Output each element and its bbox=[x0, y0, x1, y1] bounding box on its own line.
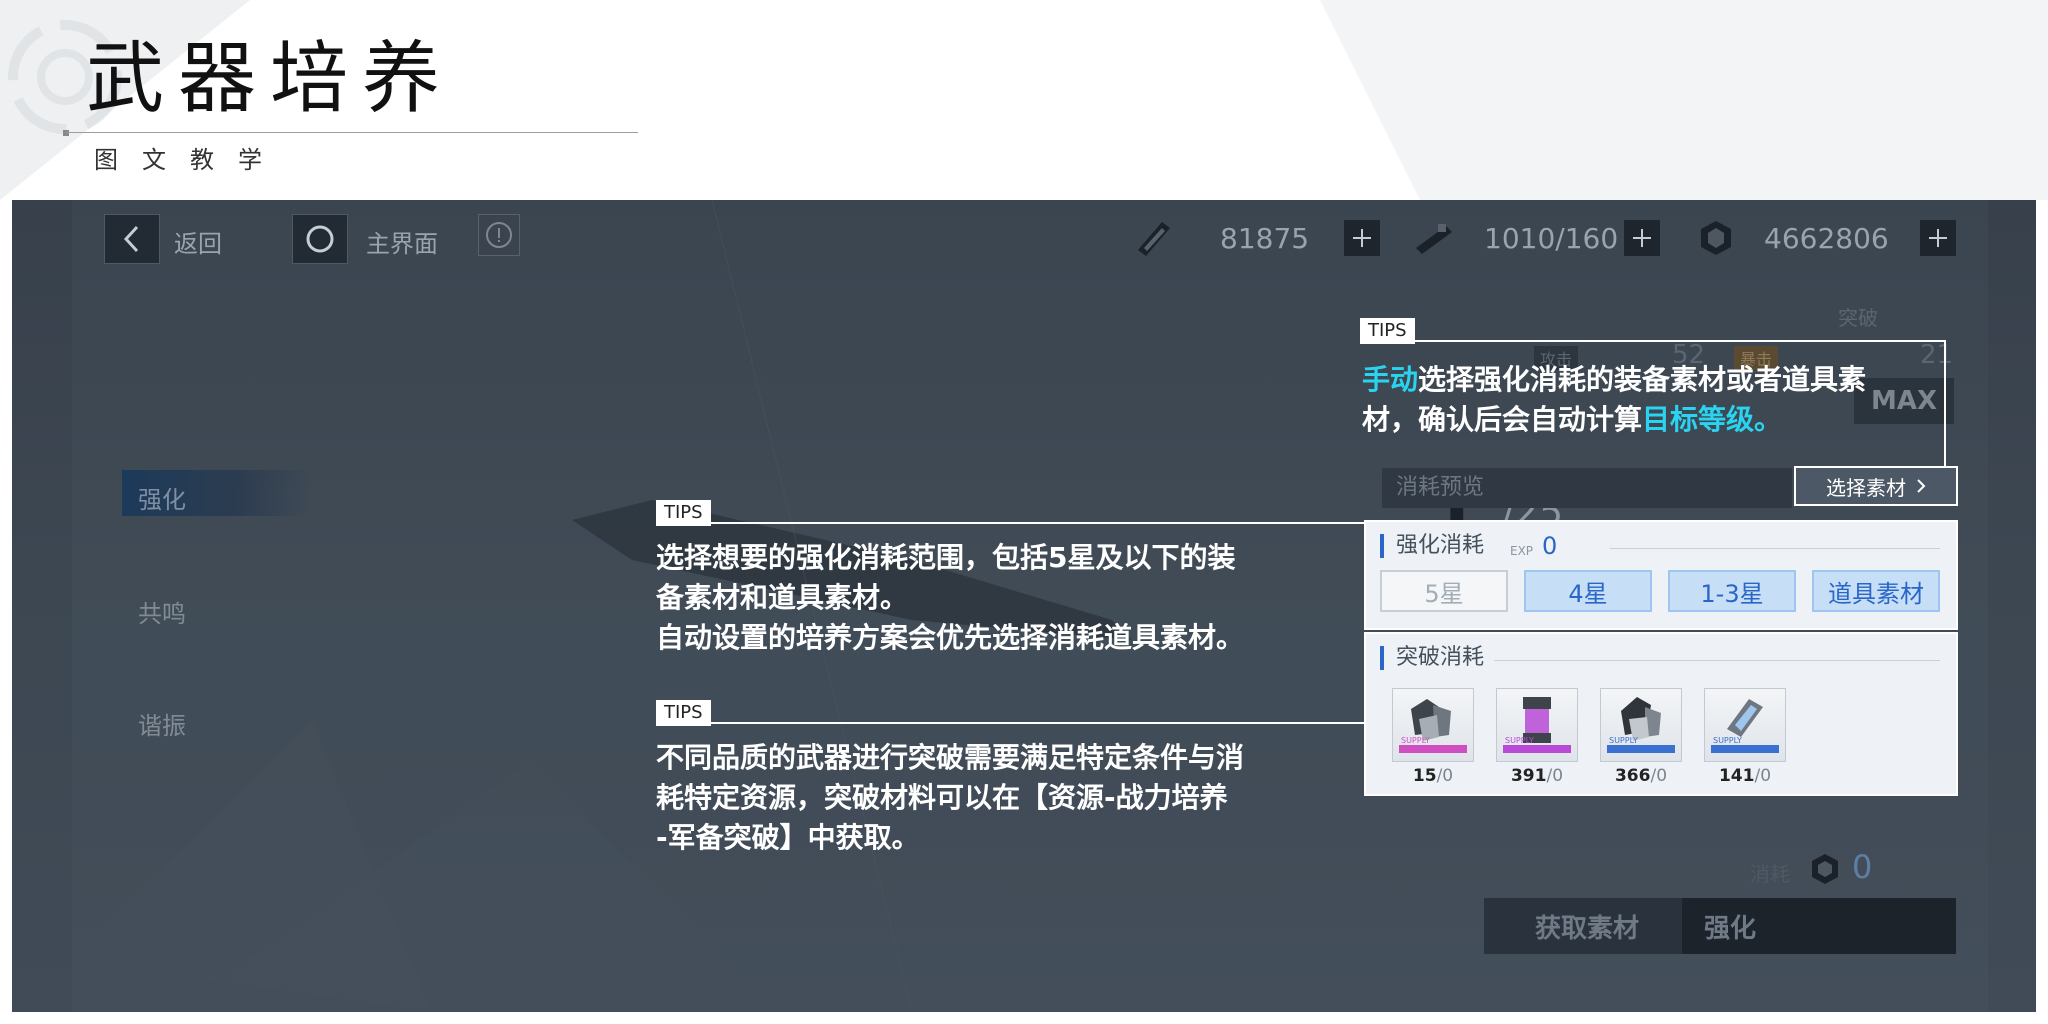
material-4-have: 141 bbox=[1718, 766, 1755, 786]
title-underline-dot bbox=[63, 130, 69, 136]
tips-text-1: 手动选择强化消耗的装备素材或者道具素 材，确认后会自动计算目标等级。 bbox=[1362, 360, 1942, 440]
material-2-need: /0 bbox=[1546, 766, 1564, 786]
breakthrough-material-1[interactable]: SUPPLY bbox=[1392, 688, 1474, 762]
supply-crystal-blue-icon: SUPPLY bbox=[1607, 697, 1675, 753]
tips-connector-2 bbox=[656, 522, 1366, 524]
tips-connector-1 bbox=[1360, 340, 1946, 342]
enhance-button[interactable]: 强化 bbox=[1682, 898, 1956, 954]
filter-item-material-button[interactable]: 道具素材 bbox=[1812, 570, 1940, 612]
svg-text:SUPPLY: SUPPLY bbox=[1401, 736, 1430, 745]
material-3-count: 366/0 bbox=[1600, 766, 1682, 786]
weapon-part-icon bbox=[1138, 222, 1170, 256]
svg-text:SUPPLY: SUPPLY bbox=[1713, 736, 1742, 745]
supply-capsule-purple-icon: SUPPLY bbox=[1503, 697, 1571, 753]
card-divider bbox=[1610, 548, 1940, 549]
resource-value-1: 81875 bbox=[1220, 222, 1310, 255]
material-1-have: 15 bbox=[1412, 766, 1437, 786]
tips-1-highlight-b: 目标等级 bbox=[1642, 403, 1755, 436]
breakthrough-consume-title: 突破消耗 bbox=[1380, 646, 1484, 670]
get-materials-button[interactable]: 获取素材 bbox=[1484, 898, 1690, 954]
filter-5-star-button[interactable]: 5星 bbox=[1380, 570, 1508, 612]
back-label[interactable]: 返回 bbox=[174, 224, 222, 259]
tips-text-3: 不同品质的武器进行突破需要满足特定条件与消 耗特定资源，突破材料可以在【资源-战… bbox=[656, 738, 1356, 858]
hex-coin-icon bbox=[1701, 221, 1731, 255]
svg-text:SUPPLY: SUPPLY bbox=[1609, 736, 1638, 745]
tips-1-text-c: 。 bbox=[1754, 403, 1783, 436]
info-icon bbox=[486, 222, 512, 248]
tips-connector-3 bbox=[656, 722, 1366, 724]
cost-value: 0 bbox=[1852, 848, 1873, 886]
tips-2-line-2: 备素材和道具素材。 bbox=[656, 581, 909, 614]
tips-3-line-1: 不同品质的武器进行突破需要满足特定条件与消 bbox=[656, 741, 1245, 774]
plus-icon bbox=[1929, 229, 1947, 247]
enhance-consume-card: 强化消耗 EXP 0 5星 4星 1-3星 道具素材 bbox=[1364, 520, 1958, 630]
tips-3-line-2: 耗特定资源，突破材料可以在【资源-战力培养 bbox=[656, 781, 1228, 814]
supply-capsule-blue-icon: SUPPLY bbox=[1711, 699, 1779, 753]
material-4-count: 141/0 bbox=[1704, 766, 1786, 786]
chevron-left-icon bbox=[123, 225, 139, 253]
material-1-count: 15/0 bbox=[1392, 766, 1474, 786]
info-button[interactable] bbox=[478, 214, 520, 256]
blade-part-icon bbox=[1416, 224, 1452, 254]
resource-value-2: 1010/160 bbox=[1484, 222, 1619, 255]
tips-2-line-3: 自动设置的培养方案会优先选择消耗道具素材。 bbox=[656, 621, 1245, 654]
page-title: 武器培养 bbox=[86, 34, 455, 124]
cost-label: 消耗 bbox=[1750, 862, 1790, 886]
title-underline bbox=[66, 132, 638, 133]
chevron-right-icon bbox=[1917, 479, 1926, 493]
page-subtitle: 图文教学 bbox=[94, 146, 286, 174]
supply-crystal-pink-icon: SUPPLY bbox=[1399, 699, 1467, 753]
material-1-need: /0 bbox=[1436, 766, 1454, 786]
plus-icon bbox=[1633, 229, 1651, 247]
card-divider bbox=[1494, 660, 1940, 661]
material-2-count: 391/0 bbox=[1496, 766, 1578, 786]
nav-item-resonance[interactable]: 共鸣 bbox=[138, 594, 186, 629]
back-button[interactable] bbox=[104, 214, 160, 264]
breakthrough-consume-card: 突破消耗 SUPPLY 15/0 SUPPLY 391/0 SUPPLY 366… bbox=[1364, 632, 1958, 796]
tips-2-line-1: 选择想要的强化消耗范围，包括5星及以下的装 bbox=[656, 541, 1236, 574]
tips-1-text-b: 材，确认后会自动计算 bbox=[1362, 403, 1643, 436]
add-resource-2-button[interactable] bbox=[1624, 220, 1660, 256]
tips-1-text-a: 选择强化消耗的装备素材或者道具素 bbox=[1418, 363, 1867, 396]
select-material-button[interactable]: 选择素材 bbox=[1794, 466, 1958, 506]
tips-3-line-3: -军备突破】中获取。 bbox=[656, 821, 920, 854]
home-button[interactable] bbox=[292, 214, 348, 264]
svg-text:SUPPLY: SUPPLY bbox=[1505, 736, 1534, 745]
tips-1-highlight-a: 手动 bbox=[1362, 363, 1419, 396]
material-4-need: /0 bbox=[1754, 766, 1772, 786]
enhance-consume-title: 强化消耗 bbox=[1380, 534, 1484, 558]
material-2-have: 391 bbox=[1510, 766, 1547, 786]
material-3-have: 366 bbox=[1614, 766, 1651, 786]
breakthrough-material-3[interactable]: SUPPLY bbox=[1600, 688, 1682, 762]
add-resource-1-button[interactable] bbox=[1344, 220, 1380, 256]
circle-home-icon bbox=[306, 225, 334, 253]
tips-connector-1-vertical bbox=[1944, 340, 1946, 468]
nav-item-enhance[interactable]: 强化 bbox=[138, 480, 186, 515]
resource-value-3: 4662806 bbox=[1764, 222, 1889, 255]
nav-item-harmony[interactable]: 谐振 bbox=[138, 706, 186, 741]
add-resource-3-button[interactable] bbox=[1920, 220, 1956, 256]
breakthrough-material-2[interactable]: SUPPLY bbox=[1496, 688, 1578, 762]
exp-label: EXP bbox=[1510, 544, 1534, 558]
breakthrough-label: 突破 bbox=[1838, 306, 1878, 330]
consume-preview-bar: 消耗预览 bbox=[1382, 468, 1792, 508]
filter-1-3-star-button[interactable]: 1-3星 bbox=[1668, 570, 1796, 612]
tips-text-2: 选择想要的强化消耗范围，包括5星及以下的装 备素材和道具素材。 自动设置的培养方… bbox=[656, 538, 1356, 658]
breakthrough-material-4[interactable]: SUPPLY bbox=[1704, 688, 1786, 762]
material-3-need: /0 bbox=[1650, 766, 1668, 786]
home-label[interactable]: 主界面 bbox=[366, 224, 438, 259]
exp-value: 0 bbox=[1542, 532, 1558, 560]
hex-coin-icon bbox=[1812, 854, 1838, 884]
plus-icon bbox=[1353, 229, 1371, 247]
filter-4-star-button[interactable]: 4星 bbox=[1524, 570, 1652, 612]
select-material-label: 选择素材 bbox=[1826, 475, 1906, 500]
